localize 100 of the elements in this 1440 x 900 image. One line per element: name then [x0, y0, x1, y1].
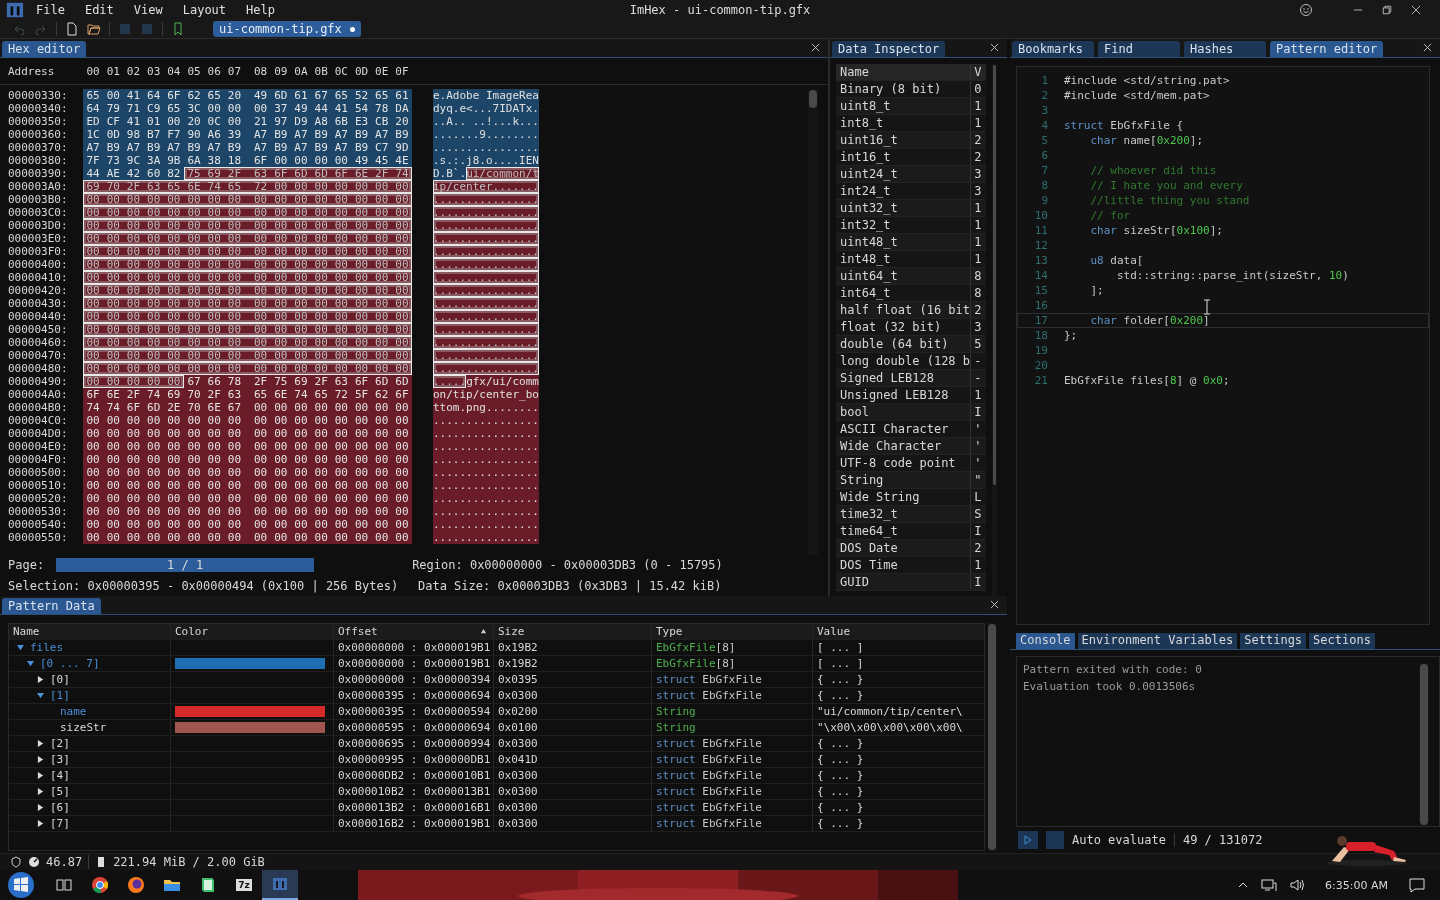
type-cell: struct EbGfxFile [652, 800, 813, 815]
expanded-arrow-icon[interactable] [27, 660, 34, 667]
address-label: 00000540: [8, 518, 69, 531]
scrollbar[interactable] [992, 64, 997, 596]
collapsed-arrow-icon[interactable] [37, 772, 44, 779]
smiley-icon[interactable] [1299, 3, 1313, 17]
ascii-text: gfx/ui/comm [466, 375, 539, 388]
close-icon[interactable] [1423, 43, 1432, 52]
collapsed-arrow-icon[interactable] [37, 788, 44, 795]
pattern-name[interactable]: [7] [50, 816, 70, 831]
ascii-text: ................ [433, 193, 539, 206]
panel-tab[interactable]: Pattern Data [2, 598, 101, 614]
column-header[interactable]: Size [494, 624, 652, 639]
network-icon[interactable] [1261, 877, 1278, 893]
line-number: 12 [1033, 239, 1049, 252]
close-icon[interactable] [811, 43, 820, 52]
expanded-arrow-icon[interactable] [17, 644, 24, 651]
panel-tab[interactable]: Bookmarks [1012, 41, 1094, 57]
table-cell: uint48_t [836, 234, 972, 250]
hex-bytes: 00 00 00 00 00 00 00 00 00 00 00 00 00 00 00 00 [83, 297, 412, 310]
pattern-name[interactable]: [1] [50, 688, 70, 703]
restore-icon[interactable] [1382, 5, 1392, 15]
table-cell: 0x00000DB2 : 0x000010B1 [334, 768, 494, 783]
checkbox[interactable] [1046, 831, 1064, 849]
pattern-name[interactable]: [0 ... 7] [40, 656, 100, 671]
console-tab[interactable]: Settings [1240, 633, 1307, 649]
address-label: 00000400: [8, 258, 69, 271]
column-header[interactable]: Name [9, 624, 171, 639]
table-cell-text: 1 [973, 251, 983, 267]
new-icon[interactable] [65, 22, 79, 36]
pattern-name[interactable]: [5] [50, 784, 70, 799]
hex-bytes: ED CF 41 01 00 20 0C 00 21 97 D9 A8 6B E3 CB 20 [83, 115, 412, 128]
ascii-text: ip/center....... [433, 180, 539, 193]
collapsed-arrow-icon[interactable] [37, 804, 44, 811]
close-icon[interactable] [990, 600, 999, 609]
pattern-name[interactable]: [4] [50, 768, 70, 783]
panel-tab[interactable]: Hashes [1184, 41, 1266, 57]
taskbar-app[interactable] [262, 870, 298, 900]
console-tab[interactable]: Console [1016, 633, 1075, 649]
hex-bytes: 67 66 78 2F 75 69 2F 63 6F 6D 6D [183, 375, 412, 388]
collapsed-arrow-icon[interactable] [37, 740, 44, 747]
table-cell: 0x0300 [494, 768, 652, 783]
collapsed-arrow-icon[interactable] [37, 820, 44, 827]
panel-tab[interactable]: Data Inspector [832, 41, 946, 57]
panel-tab[interactable]: Hex editor [2, 41, 87, 57]
pattern-name[interactable]: files [30, 640, 64, 655]
menu-item[interactable]: Help [246, 3, 275, 17]
collapsed-arrow-icon[interactable] [37, 676, 44, 683]
page-slider[interactable]: 1 / 1 [56, 558, 315, 572]
table-cell-text: 2 [973, 540, 983, 556]
column-header[interactable]: Type [652, 624, 813, 639]
address-label: 000003F0: [8, 245, 69, 258]
notification-icon[interactable] [1408, 876, 1426, 894]
pattern-name[interactable]: sizeStr [60, 720, 107, 735]
scrollbar[interactable] [1419, 663, 1429, 826]
console-tab[interactable]: Sections [1309, 633, 1375, 649]
table-cell: uint32_t [836, 200, 972, 216]
line-number: 3 [1040, 104, 1049, 117]
hex-bytes: 00 00 00 00 00 00 00 00 00 00 00 00 00 00 00 00 [83, 518, 412, 531]
table-cell: DOS Time [836, 557, 972, 573]
column-header[interactable]: Offset [334, 624, 494, 639]
menu-item[interactable]: File [36, 3, 65, 17]
address-label: 00000550: [8, 531, 69, 544]
hex-bytes: 1C 0D 98 B7 F7 90 A6 39 A7 B9 A7 B9 A7 B9 A7 B9 [83, 128, 412, 141]
column-header[interactable]: Color [171, 624, 334, 639]
bookmark-icon[interactable] [171, 22, 185, 36]
menu-item[interactable]: Layout [182, 3, 227, 17]
panel-tab[interactable]: Find [1098, 41, 1180, 57]
page-label: Page: [8, 558, 45, 572]
line-number: 21 [1033, 374, 1049, 387]
expanded-arrow-icon[interactable] [37, 692, 44, 699]
pattern-name[interactable]: name [60, 704, 87, 719]
type-cell: struct EbGfxFile [652, 736, 813, 751]
close-icon[interactable] [1411, 5, 1421, 15]
clock-text[interactable]: 6:35:00 AM [1325, 878, 1388, 892]
scrollbar[interactable] [987, 623, 997, 851]
pattern-name[interactable]: [3] [50, 752, 70, 767]
menu-item[interactable]: Edit [84, 3, 114, 17]
address-label: 00000360: [8, 128, 69, 141]
code-line: char name[0x200]; [1089, 134, 1204, 147]
collapsed-arrow-icon[interactable] [37, 756, 44, 763]
file-tab[interactable]: ui-common-tip.gfx [213, 21, 361, 37]
scrollbar[interactable] [808, 89, 818, 555]
run-button[interactable] [1018, 831, 1038, 849]
taskbar-app[interactable]: 7z [226, 870, 262, 900]
table-cell: int8_t [836, 115, 972, 131]
close-icon[interactable] [990, 43, 999, 52]
panel-tab[interactable]: Pattern editor [1270, 41, 1384, 57]
checkbox-label[interactable]: Auto evaluate [1072, 833, 1166, 847]
open-icon[interactable] [87, 22, 101, 36]
start-button-icon[interactable] [6, 870, 36, 900]
menu-item[interactable]: View [133, 3, 163, 17]
column-header[interactable]: Value [813, 624, 983, 639]
pattern-name[interactable]: [6] [50, 800, 70, 815]
console-tab[interactable]: Environment Variables [1077, 633, 1238, 649]
column-header: 0C [333, 64, 349, 78]
volume-icon[interactable] [1289, 877, 1306, 893]
pattern-name[interactable]: [2] [50, 736, 70, 751]
address-label: 00000390: [8, 167, 69, 180]
pattern-name[interactable]: [0] [50, 672, 70, 687]
